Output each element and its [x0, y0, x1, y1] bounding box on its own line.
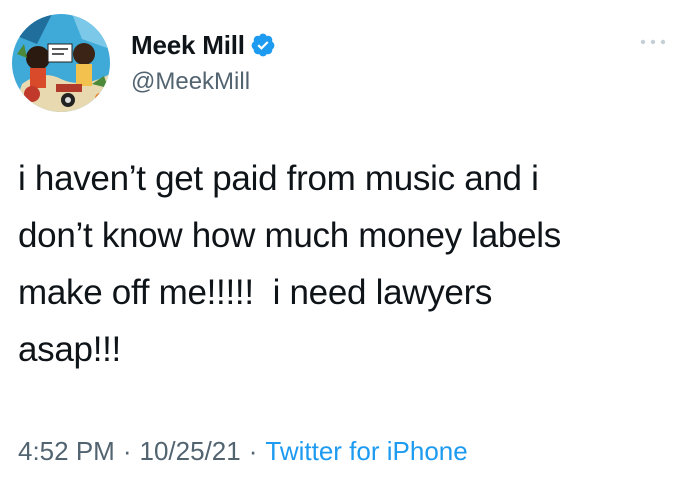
tweet-text-line: make off me!!!!! i need lawyers — [18, 273, 493, 312]
separator-dot: · — [122, 436, 132, 466]
avatar-illustration-icon — [12, 14, 110, 112]
tweet-text-line: asap!!! — [18, 330, 121, 369]
name-row: Meek Mill — [131, 30, 276, 60]
tweet-date[interactable]: 10/25/21 — [140, 436, 241, 467]
avatar[interactable] — [12, 14, 110, 112]
display-name[interactable]: Meek Mill — [131, 30, 245, 61]
separator-dot: · — [248, 436, 258, 466]
tweet-text-line: i haven’t get paid from music and i — [18, 159, 539, 198]
tweet-card: Meek Mill @MeekMill i haven’t get paid f… — [0, 0, 686, 484]
user-handle[interactable]: @MeekMill — [131, 68, 250, 96]
tweet-time[interactable]: 4:52 PM — [18, 436, 115, 467]
tweet-source-link[interactable]: Twitter for iPhone — [265, 436, 467, 467]
more-options-icon[interactable] — [638, 36, 668, 48]
tweet-text-line: don’t know how much money labels — [18, 216, 561, 255]
verified-badge-icon — [251, 33, 275, 57]
tweet-metadata: 4:52 PM · 10/25/21 · Twitter for iPhone — [18, 436, 468, 467]
tweet-text: i haven’t get paid from music and i don’… — [18, 150, 668, 378]
